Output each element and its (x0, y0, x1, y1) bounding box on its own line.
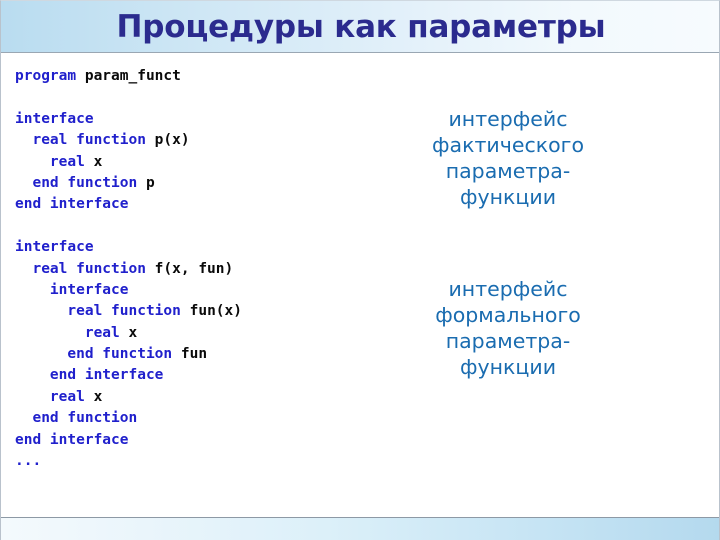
annotation-line: интерфейс (448, 107, 568, 131)
code-keyword: program (15, 68, 77, 84)
code-line: interface (15, 237, 345, 258)
code-line: real function p(x) (15, 130, 345, 151)
code-keyword: ... (15, 453, 42, 470)
code-identifier: param_funct (76, 68, 181, 84)
code-keyword: interface (15, 110, 94, 127)
annotation-actual-parameter: интерфейс фактического параметра-функции (363, 106, 653, 210)
code-keyword: interface (15, 281, 129, 298)
code-line: end interface (15, 194, 345, 215)
code-identifier: p(x) (145, 132, 190, 149)
annotation-line: функции (459, 355, 557, 379)
code-line: interface (15, 109, 345, 130)
code-keyword: real (15, 153, 85, 170)
code-line: real x (15, 387, 345, 408)
code-identifier: x (119, 324, 138, 341)
code-keyword: real (15, 388, 85, 405)
code-keyword: real (15, 324, 120, 341)
code-line: real function f(x, fun) (15, 259, 345, 280)
code-identifier: f(x, fun) (145, 260, 234, 277)
code-line: end interface (15, 430, 345, 451)
annotation-line: интерфейс (448, 277, 568, 301)
slide-header-band: Процедуры как параметры (1, 1, 719, 53)
code-identifier: x (84, 153, 103, 170)
code-keyword: real function (15, 303, 181, 320)
code-keyword: end interface (15, 431, 129, 448)
code-keyword: interface (15, 239, 94, 256)
annotation-formal-parameter: интерфейс формального параметра-функции (363, 276, 653, 380)
code-keyword: end function (15, 174, 138, 191)
code-keyword: end interface (15, 196, 129, 213)
code-line: ... (15, 451, 345, 472)
code-line: end function p (15, 173, 345, 194)
code-identifier: fun(x) (180, 303, 242, 320)
code-identifier: fun (172, 346, 208, 363)
presentation-slide: Процедуры как параметры program param_fu… (0, 0, 720, 540)
annotation-line: функции (459, 185, 557, 209)
code-line: program param_funct (15, 66, 345, 87)
code-keyword: end interface (15, 367, 164, 384)
code-keyword: end function (15, 346, 173, 363)
annotation-line: фактического (432, 133, 584, 157)
code-line: end interface (15, 365, 345, 386)
slide-body: program param_funct interface real funct… (1, 54, 719, 516)
slide-title: Процедуры как параметры (116, 9, 606, 45)
code-line: end function (15, 408, 345, 429)
annotation-line: формального (435, 303, 581, 327)
code-keyword: real function (15, 260, 146, 277)
code-line: real function fun(x) (15, 301, 345, 322)
code-keyword: real function (15, 132, 146, 149)
code-identifier: x (84, 388, 103, 405)
annotation-line: параметра- (445, 329, 571, 353)
code-identifier: p (137, 174, 155, 191)
code-listing: program param_funct interface real funct… (15, 66, 345, 472)
code-line: interface (15, 280, 345, 301)
annotation-line: параметра- (445, 159, 571, 183)
code-line: real x (15, 323, 345, 344)
code-line: real x (15, 152, 345, 173)
code-keyword: end function (15, 410, 138, 427)
slide-footer-bar (1, 517, 719, 540)
code-line: end function fun (15, 344, 345, 365)
